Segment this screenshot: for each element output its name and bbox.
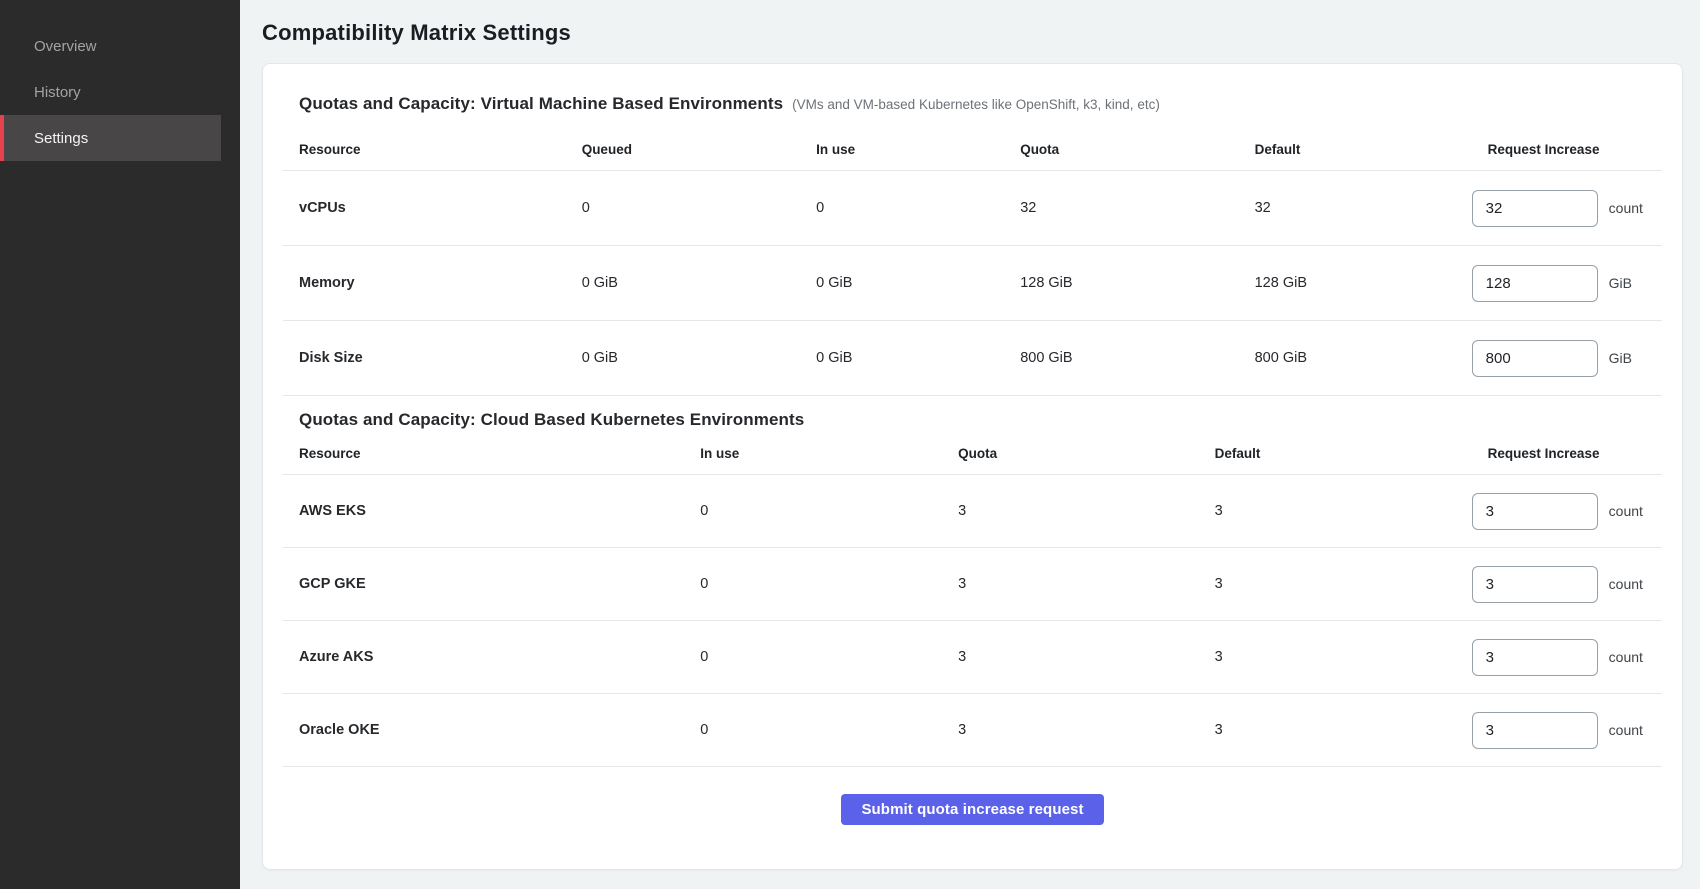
card-footer: Submit quota increase request [283,767,1662,827]
quota-section-0: Quotas and Capacity: Virtual Machine Bas… [283,80,1662,396]
request-increase-input[interactable] [1472,265,1598,302]
value-cell: 0 [800,200,1004,216]
table-row: Memory0 GiB0 GiB128 GiB128 GiBGiB [283,246,1662,321]
request-increase-cell: count [1472,566,1662,603]
request-increase-cell: count [1472,493,1662,530]
value-cell: 32 [1004,200,1238,216]
value-cell: 0 GiB [566,350,800,366]
request-increase-input[interactable] [1472,566,1598,603]
value-cell: 0 [566,200,800,216]
column-header: Request Increase [1472,446,1662,461]
table-row: vCPUs003232count [283,171,1662,246]
resource-name: Azure AKS [283,649,684,665]
request-increase-input[interactable] [1472,493,1598,530]
value-cell: 0 [684,576,942,592]
unit-label: GiB [1609,350,1632,366]
value-cell: 3 [942,503,1198,519]
resource-name: vCPUs [283,200,566,216]
column-header: In use [800,142,1004,157]
column-header: Quota [942,446,1198,461]
column-header: In use [684,446,942,461]
table-row: GCP GKE033count [283,548,1662,621]
value-cell: 3 [1199,503,1472,519]
main-content: Compatibility Matrix Settings Quotas and… [240,0,1700,889]
unit-label: count [1609,200,1643,216]
sidebar-item-history[interactable]: History [0,69,221,115]
unit-label: GiB [1609,275,1632,291]
unit-label: count [1609,649,1643,665]
section-heading-row: Quotas and Capacity: Virtual Machine Bas… [283,80,1662,114]
table-header-row: ResourceQueuedIn useQuotaDefaultRequest … [283,114,1662,171]
sidebar-nav: Overview History Settings [0,23,240,161]
value-cell: 3 [942,576,1198,592]
value-cell: 0 GiB [800,350,1004,366]
sidebar: Overview History Settings [0,0,240,889]
column-header: Resource [283,446,684,461]
value-cell: 0 [684,649,942,665]
request-increase-input[interactable] [1472,712,1598,749]
unit-label: count [1609,576,1643,592]
request-increase-input[interactable] [1472,340,1598,377]
resource-name: Disk Size [283,350,566,366]
column-header: Quota [1004,142,1238,157]
section-heading: Quotas and Capacity: Virtual Machine Bas… [299,94,783,114]
table-row: Azure AKS033count [283,621,1662,694]
value-cell: 3 [1199,649,1472,665]
value-cell: 128 GiB [1239,275,1472,291]
value-cell: 3 [942,649,1198,665]
value-cell: 3 [1199,722,1472,738]
column-header: Resource [283,142,566,157]
unit-label: count [1609,503,1643,519]
request-increase-cell: count [1472,712,1662,749]
table-header-row: ResourceIn useQuotaDefaultRequest Increa… [283,430,1662,475]
sidebar-item-label: History [34,84,81,101]
request-increase-cell: GiB [1472,340,1662,377]
value-cell: 0 [684,503,942,519]
quota-sections: Quotas and Capacity: Virtual Machine Bas… [283,80,1662,767]
value-cell: 0 GiB [800,275,1004,291]
value-cell: 32 [1239,200,1472,216]
value-cell: 0 GiB [566,275,800,291]
settings-card: Quotas and Capacity: Virtual Machine Bas… [262,63,1683,870]
section-heading: Quotas and Capacity: Cloud Based Kuberne… [299,410,804,430]
value-cell: 800 GiB [1004,350,1238,366]
value-cell: 0 [684,722,942,738]
sidebar-item-settings[interactable]: Settings [0,115,221,161]
column-header: Default [1239,142,1472,157]
request-increase-cell: count [1472,190,1662,227]
column-header: Request Increase [1472,142,1662,157]
resource-name: GCP GKE [283,576,684,592]
table-row: Disk Size0 GiB0 GiB800 GiB800 GiBGiB [283,321,1662,396]
resource-name: Memory [283,275,566,291]
value-cell: 3 [1199,576,1472,592]
column-header: Default [1199,446,1472,461]
quota-section-1: Quotas and Capacity: Cloud Based Kuberne… [283,396,1662,767]
unit-label: count [1609,722,1643,738]
request-increase-cell: count [1472,639,1662,676]
value-cell: 800 GiB [1239,350,1472,366]
value-cell: 128 GiB [1004,275,1238,291]
sidebar-item-label: Settings [34,130,88,147]
resource-name: Oracle OKE [283,722,684,738]
request-increase-input[interactable] [1472,190,1598,227]
table-row: AWS EKS033count [283,475,1662,548]
sidebar-item-label: Overview [34,38,97,55]
sidebar-item-overview[interactable]: Overview [0,23,221,69]
request-increase-cell: GiB [1472,265,1662,302]
value-cell: 3 [942,722,1198,738]
section-subtitle: (VMs and VM-based Kubernetes like OpenSh… [792,97,1160,112]
section-heading-row: Quotas and Capacity: Cloud Based Kuberne… [283,396,1662,430]
submit-quota-increase-button[interactable]: Submit quota increase request [841,794,1103,825]
request-increase-input[interactable] [1472,639,1598,676]
page-title: Compatibility Matrix Settings [262,20,1683,46]
resource-name: AWS EKS [283,503,684,519]
table-row: Oracle OKE033count [283,694,1662,767]
column-header: Queued [566,142,800,157]
